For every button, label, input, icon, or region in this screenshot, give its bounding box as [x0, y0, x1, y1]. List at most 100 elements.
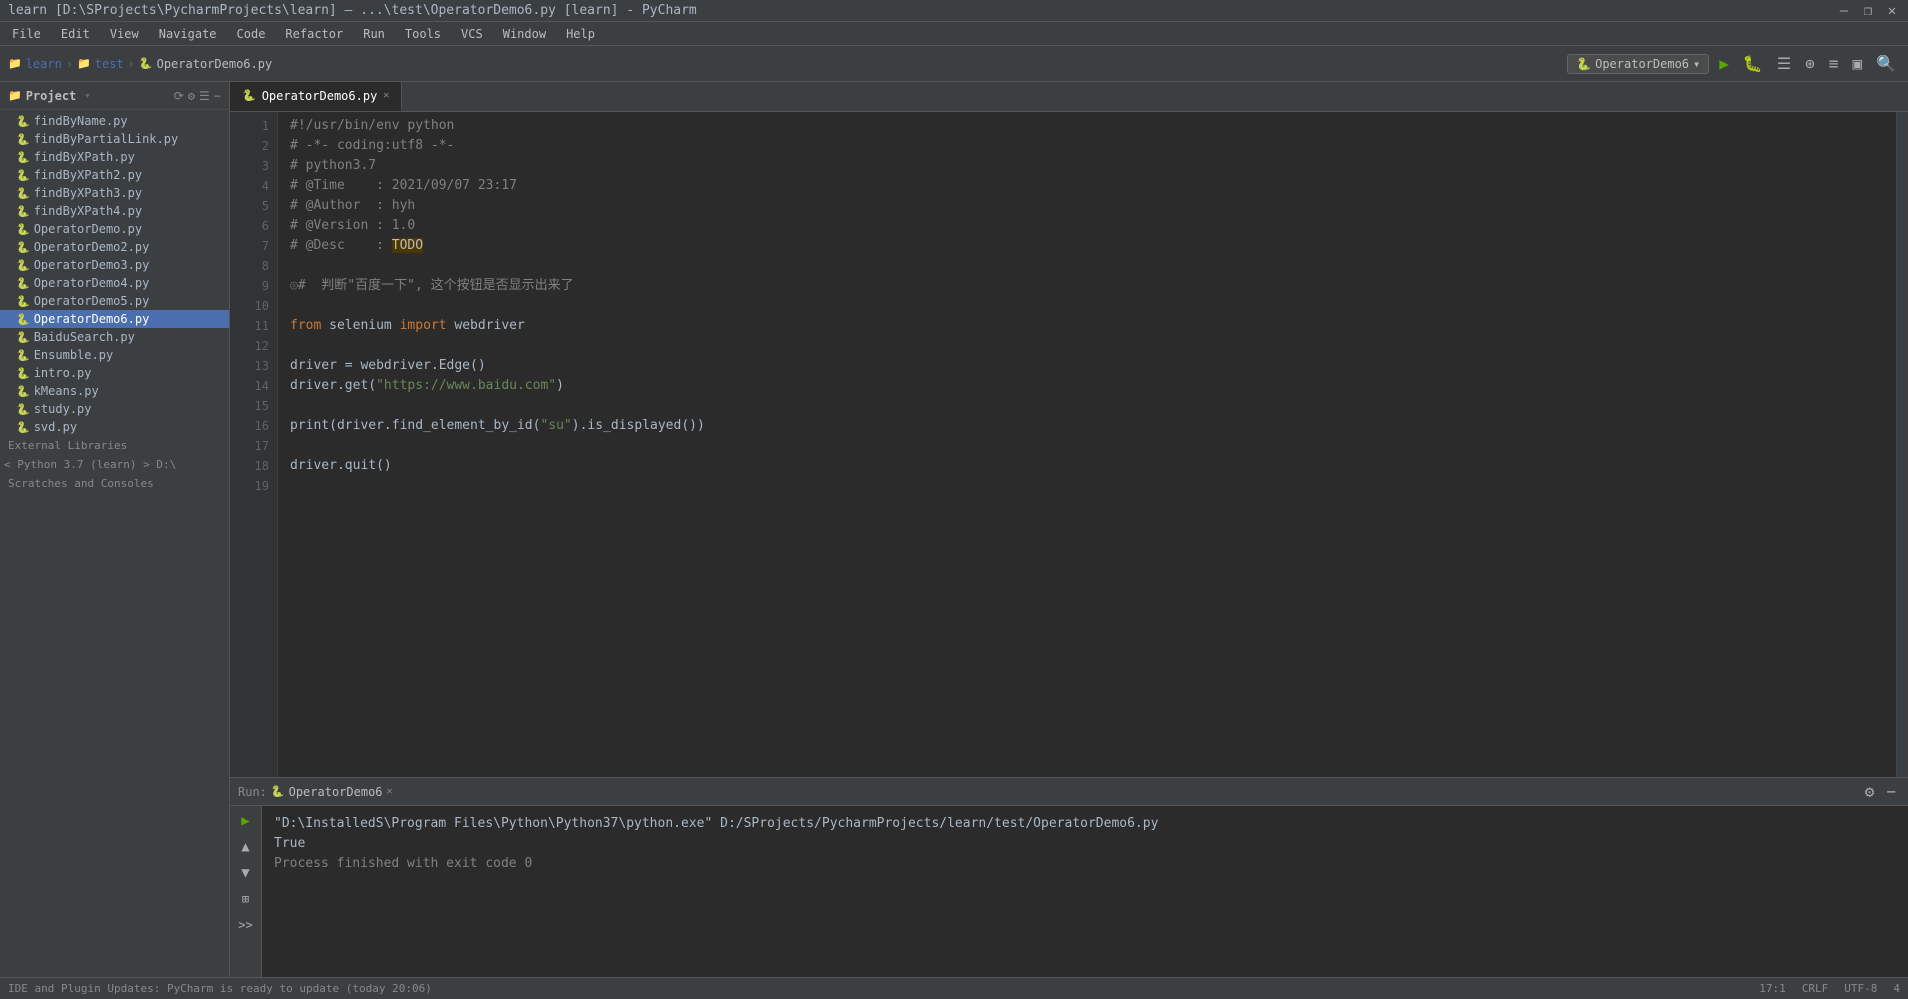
run-config-dropdown-icon[interactable]: ▾ [1693, 57, 1700, 71]
file-item-Ensumble[interactable]: 🐍 Ensumble.py [0, 346, 229, 364]
run-tab-label: OperatorDemo6 [289, 785, 383, 799]
minimize-button[interactable]: — [1836, 3, 1852, 19]
run-down-button[interactable]: ▼ [235, 862, 257, 884]
tab-OperatorDemo6[interactable]: 🐍 OperatorDemo6.py ✕ [230, 82, 402, 111]
code-line-17 [290, 436, 1884, 456]
project-header[interactable]: 📁 Project ▾ ⟳ ⚙ ☰ − [0, 82, 229, 110]
file-item-svd[interactable]: 🐍 svd.py [0, 418, 229, 436]
menu-help[interactable]: Help [558, 25, 603, 43]
main-content: 📁 Project ▾ ⟳ ⚙ ☰ − 🐍 findByName.py 🐍 fi… [0, 82, 1908, 977]
python-file-icon: 🐍 [16, 277, 30, 290]
scratches-label[interactable]: Scratches and Consoles [0, 474, 229, 493]
file-item-BaiduSearch[interactable]: 🐍 BaiduSearch.py [0, 328, 229, 346]
debug-button[interactable]: 🐛 [1739, 52, 1767, 75]
editor-tabs: 🐍 OperatorDemo6.py ✕ [230, 82, 1908, 112]
menu-run[interactable]: Run [355, 25, 393, 43]
python-file-icon: 🐍 [16, 169, 30, 182]
file-item-OperatorDemo5[interactable]: 🐍 OperatorDemo5.py [0, 292, 229, 310]
file-item-findByPartialLink[interactable]: 🐍 findByPartialLink.py [0, 130, 229, 148]
menu-edit[interactable]: Edit [53, 25, 98, 43]
menu-file[interactable]: File [4, 25, 49, 43]
menu-bar: File Edit View Navigate Code Refactor Ru… [0, 22, 1908, 46]
title-text: learn [D:\SProjects\PycharmProjects\lear… [8, 3, 697, 18]
external-libraries-label[interactable]: External Libraries [0, 436, 229, 455]
project-layout-icon[interactable]: ☰ [199, 89, 210, 103]
maximize-button[interactable]: ❐ [1860, 3, 1876, 19]
code-line-19 [290, 476, 1884, 496]
python-file-icon: 🐍 [16, 115, 30, 128]
close-button[interactable]: ✕ [1884, 3, 1900, 19]
output-line-1: "D:\InstalledS\Program Files\Python\Pyth… [274, 814, 1896, 834]
title-controls[interactable]: — ❐ ✕ [1836, 3, 1900, 19]
python-file-icon: 🐍 [16, 331, 30, 344]
run-rerun-button[interactable]: ⊞ [235, 888, 257, 910]
file-item-OperatorDemo4[interactable]: 🐍 OperatorDemo4.py [0, 274, 229, 292]
breadcrumb: 📁 learn › 📁 test › 🐍 OperatorDemo6.py [8, 57, 272, 71]
breadcrumb-learn[interactable]: learn [26, 57, 62, 71]
code-line-10 [290, 296, 1884, 316]
breadcrumb-file[interactable]: OperatorDemo6.py [157, 57, 273, 71]
run-panel: Run: 🐍 OperatorDemo6 ✕ ⚙ − ▶ ▲ ▼ [230, 777, 1908, 977]
menu-navigate[interactable]: Navigate [151, 25, 225, 43]
menu-tools[interactable]: Tools [397, 25, 449, 43]
run-output: "D:\InstalledS\Program Files\Python\Pyth… [262, 806, 1908, 977]
output-line-4: Process finished with exit code 0 [274, 854, 1896, 874]
breadcrumb-test[interactable]: test [95, 57, 124, 71]
search-everywhere-button[interactable]: 🔍 [1872, 52, 1900, 75]
code-view[interactable]: 1 2 3 4 5 6 7 8 9 10 11 12 13 14 15 16 1… [230, 112, 1908, 777]
project-sync-icon[interactable]: ⟳ [174, 89, 184, 103]
editor-area: 🐍 OperatorDemo6.py ✕ 1 2 3 4 5 6 7 8 9 1… [230, 82, 1908, 977]
status-encoding[interactable]: UTF-8 [1844, 982, 1877, 995]
python-file-icon: 🐍 [16, 403, 30, 416]
menu-view[interactable]: View [102, 25, 147, 43]
run-config-selector[interactable]: 🐍 OperatorDemo6 ▾ [1567, 54, 1709, 74]
file-item-findByXPath2[interactable]: 🐍 findByXPath2.py [0, 166, 229, 184]
code-line-8 [290, 256, 1884, 276]
toolbar-right: 🐍 OperatorDemo6 ▾ ▶ 🐛 ☰ ⊕ ≡ ▣ 🔍 [1567, 52, 1900, 75]
status-notification[interactable]: IDE and Plugin Updates: PyCharm is ready… [8, 982, 432, 995]
project-gear-icon[interactable]: ⚙ [188, 89, 195, 103]
run-button[interactable]: ▶ [1715, 52, 1733, 75]
status-right: 17:1 CRLF UTF-8 4 [1759, 982, 1900, 995]
run-tab-close-icon[interactable]: ✕ [387, 786, 393, 797]
python-file-icon: 🐍 [16, 241, 30, 254]
run-more-button[interactable]: >> [235, 914, 257, 936]
file-item-findByXPath4[interactable]: 🐍 findByXPath4.py [0, 202, 229, 220]
menu-vcs[interactable]: VCS [453, 25, 491, 43]
menu-code[interactable]: Code [229, 25, 274, 43]
menu-refactor[interactable]: Refactor [277, 25, 351, 43]
file-item-findByName[interactable]: 🐍 findByName.py [0, 112, 229, 130]
profile-button[interactable]: ⊕ [1801, 52, 1819, 75]
bookmark-button[interactable]: ▣ [1848, 52, 1866, 75]
file-item-study[interactable]: 🐍 study.py [0, 400, 229, 418]
python-file-icon: 🐍 [16, 367, 30, 380]
coverage-button[interactable]: ☰ [1773, 52, 1795, 75]
run-up-button[interactable]: ▲ [235, 836, 257, 858]
code-line-2: # -*- coding:utf8 -*- [290, 136, 1884, 156]
status-crlf[interactable]: CRLF [1802, 982, 1829, 995]
menu-window[interactable]: Window [495, 25, 554, 43]
file-item-findByXPath3[interactable]: 🐍 findByXPath3.py [0, 184, 229, 202]
code-editor[interactable]: #!/usr/bin/env python # -*- coding:utf8 … [278, 112, 1896, 777]
run-tab-OperatorDemo6[interactable]: 🐍 OperatorDemo6 ✕ [271, 785, 393, 799]
right-gutter [1896, 112, 1908, 777]
file-item-OperatorDemo3[interactable]: 🐍 OperatorDemo3.py [0, 256, 229, 274]
output-line-2: True [274, 834, 1896, 854]
concurrency-button[interactable]: ≡ [1825, 52, 1843, 75]
file-item-findByXPath[interactable]: 🐍 findByXPath.py [0, 148, 229, 166]
python-file-icon: 🐍 [16, 223, 30, 236]
run-panel-close-icon[interactable]: − [1882, 780, 1900, 803]
code-line-14: driver.get("https://www.baidu.com") [290, 376, 1884, 396]
status-position[interactable]: 17:1 [1759, 982, 1786, 995]
code-line-4: # @Time : 2021/09/07 23:17 [290, 176, 1884, 196]
file-item-OperatorDemo[interactable]: 🐍 OperatorDemo.py [0, 220, 229, 238]
project-collapse-icon[interactable]: − [214, 89, 221, 103]
file-item-kMeans[interactable]: 🐍 kMeans.py [0, 382, 229, 400]
run-panel-settings-icon[interactable]: ⚙ [1861, 780, 1879, 803]
file-item-intro[interactable]: 🐍 intro.py [0, 364, 229, 382]
tab-close-icon[interactable]: ✕ [383, 90, 389, 101]
python-file-icon: 🐍 [16, 133, 30, 146]
file-item-OperatorDemo2[interactable]: 🐍 OperatorDemo2.py [0, 238, 229, 256]
run-play-button[interactable]: ▶ [235, 810, 257, 832]
file-item-OperatorDemo6[interactable]: 🐍 OperatorDemo6.py [0, 310, 229, 328]
